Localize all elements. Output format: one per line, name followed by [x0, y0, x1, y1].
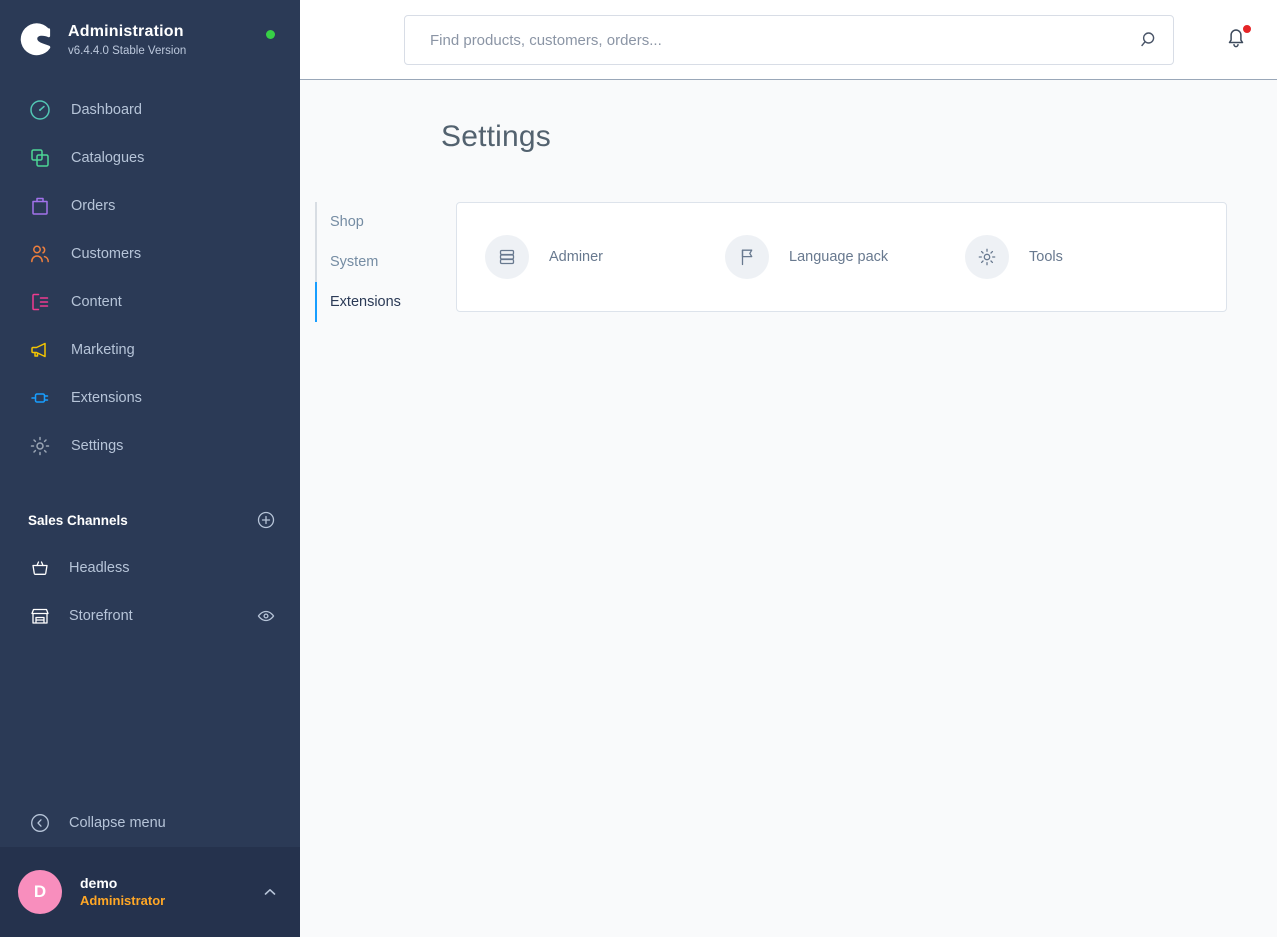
extensions-card: Adminer Language pack — [456, 202, 1227, 312]
brand-title: Administration — [68, 22, 186, 42]
gear-icon — [965, 235, 1009, 279]
notifications-button[interactable] — [1223, 24, 1253, 54]
eye-icon[interactable] — [257, 607, 275, 625]
sidebar-item-label: Headless — [69, 560, 275, 576]
tab-extensions[interactable]: Extensions — [315, 282, 456, 322]
orders-icon — [27, 194, 53, 218]
sidebar-item-dashboard[interactable]: Dashboard — [0, 86, 300, 134]
sidebar-item-settings[interactable]: Settings — [0, 422, 300, 470]
collapse-left-icon — [27, 811, 53, 835]
user-profile-bar[interactable]: D demo Administrator — [0, 847, 300, 937]
extension-item-adminer[interactable]: Adminer — [485, 235, 725, 279]
sidebar-item-label: Customers — [71, 246, 141, 262]
marketing-icon — [27, 338, 53, 362]
sales-channels-title: Sales Channels — [28, 513, 257, 528]
database-icon — [485, 235, 529, 279]
basket-icon — [27, 556, 53, 580]
search-icon[interactable] — [1138, 28, 1162, 52]
collapse-menu-label: Collapse menu — [69, 815, 166, 831]
sidebar-item-label: Settings — [71, 438, 123, 454]
topbar — [300, 0, 1277, 80]
sidebar-item-customers[interactable]: Customers — [0, 230, 300, 278]
sidebar-item-orders[interactable]: Orders — [0, 182, 300, 230]
sidebar-item-extensions[interactable]: Extensions — [0, 374, 300, 422]
tab-label: Shop — [330, 214, 364, 230]
tab-label: System — [330, 254, 378, 270]
storefront-icon — [27, 604, 53, 628]
sidebar-item-label: Marketing — [71, 342, 135, 358]
search-input[interactable] — [404, 15, 1174, 65]
shopware-logo-icon — [20, 23, 54, 57]
content-icon — [27, 290, 53, 314]
settings-gear-icon — [27, 434, 53, 458]
main-navigation: Dashboard Catalogues O — [0, 86, 300, 470]
main-area: Settings Shop System Extensions — [300, 0, 1277, 937]
chevron-up-icon[interactable] — [262, 884, 278, 900]
plus-circle-icon[interactable] — [257, 511, 275, 529]
search-bar — [404, 15, 1174, 65]
tab-system[interactable]: System — [315, 242, 456, 282]
sidebar-item-label: Dashboard — [71, 102, 142, 118]
notification-badge — [1242, 24, 1252, 34]
extensions-icon — [27, 386, 53, 410]
sales-channels-header: Sales Channels — [0, 496, 300, 544]
page-title: Settings — [300, 80, 1277, 154]
sidebar: Administration v6.4.4.0 Stable Version D… — [0, 0, 300, 937]
brand-version: v6.4.4.0 Stable Version — [68, 44, 186, 58]
tab-label: Extensions — [330, 294, 401, 310]
extension-label: Tools — [1029, 249, 1063, 265]
sidebar-item-label: Catalogues — [71, 150, 144, 166]
dashboard-icon — [27, 98, 53, 122]
tab-shop[interactable]: Shop — [315, 202, 456, 242]
sidebar-item-catalogues[interactable]: Catalogues — [0, 134, 300, 182]
catalogues-icon — [27, 146, 53, 170]
sidebar-item-label: Orders — [71, 198, 115, 214]
user-role: Administrator — [80, 893, 262, 910]
sidebar-item-headless[interactable]: Headless — [0, 544, 300, 592]
user-name: demo — [80, 874, 262, 892]
sidebar-item-marketing[interactable]: Marketing — [0, 326, 300, 374]
admin-app: Administration v6.4.4.0 Stable Version D… — [0, 0, 1277, 937]
extension-label: Language pack — [789, 249, 888, 265]
status-dot-icon — [266, 30, 275, 39]
sidebar-item-label: Storefront — [69, 608, 257, 624]
extension-label: Adminer — [549, 249, 603, 265]
sidebar-item-label: Extensions — [71, 390, 142, 406]
avatar: D — [18, 870, 62, 914]
customers-icon — [27, 242, 53, 266]
page-content: Settings Shop System Extensions — [300, 80, 1277, 937]
flag-icon — [725, 235, 769, 279]
sidebar-item-label: Content — [71, 294, 122, 310]
sidebar-item-storefront[interactable]: Storefront — [0, 592, 300, 640]
sidebar-item-content[interactable]: Content — [0, 278, 300, 326]
extension-item-tools[interactable]: Tools — [965, 235, 1205, 279]
collapse-menu-button[interactable]: Collapse menu — [0, 799, 300, 847]
settings-body: Shop System Extensions — [300, 202, 1277, 322]
extension-item-language-pack[interactable]: Language pack — [725, 235, 965, 279]
sidebar-brand-header[interactable]: Administration v6.4.4.0 Stable Version — [0, 0, 300, 78]
settings-tab-list: Shop System Extensions — [315, 202, 456, 322]
